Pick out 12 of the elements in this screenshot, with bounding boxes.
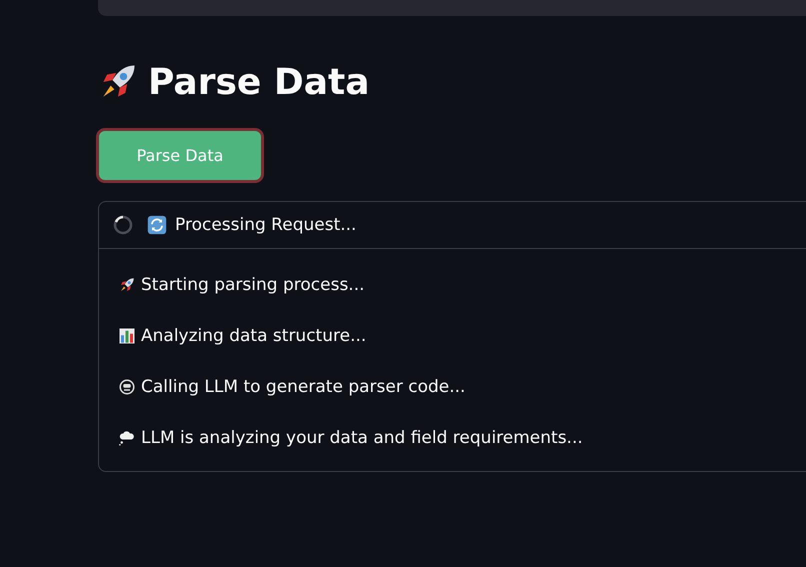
status-message: Starting parsing process...: [141, 275, 365, 295]
status-message: Calling LLM to generate parser code...: [141, 377, 466, 397]
status-message: LLM is analyzing your data and field requirements...: [141, 428, 583, 448]
face-icon: [118, 378, 136, 396]
bar-chart-icon: [118, 327, 136, 345]
status-message: Analyzing data structure...: [141, 326, 366, 346]
parse-data-button[interactable]: Parse Data: [96, 128, 264, 183]
page-title: Parse Data: [148, 62, 370, 102]
panel-title: Processing Request...: [175, 215, 356, 235]
rocket-icon: [118, 276, 136, 294]
refresh-icon: [147, 215, 167, 235]
thought-bubble-icon: [118, 429, 136, 447]
